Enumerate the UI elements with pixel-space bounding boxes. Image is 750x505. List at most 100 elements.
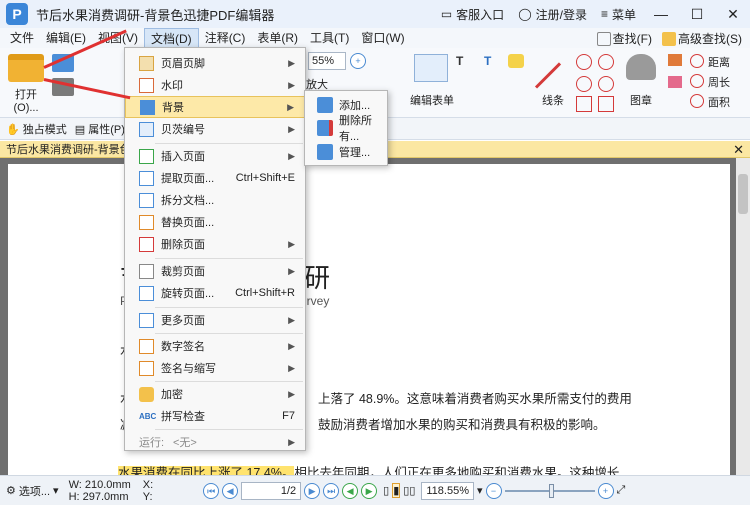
submenu-arrow-icon: ▶ (288, 436, 295, 447)
distance-icon[interactable] (690, 54, 704, 68)
login-button[interactable]: ◯ 注册/登录 (518, 6, 587, 23)
options-button[interactable]: ⚙ 选项... ▾ (6, 483, 59, 499)
ellipse-icon[interactable] (576, 76, 592, 92)
advanced-find-button[interactable]: 高级查找(S) (662, 30, 742, 47)
zoom-slider-thumb[interactable] (548, 483, 554, 498)
exclusive-mode-button[interactable]: ✋ 独占模式 (6, 121, 67, 137)
menu-item-rotate-pages[interactable]: 旋转页面... Ctrl+Shift+R (125, 282, 305, 304)
rectangle-icon[interactable] (576, 96, 592, 112)
edit-form-label[interactable]: 编辑表单 (410, 92, 454, 108)
typewriter-icon[interactable]: T (484, 54, 491, 68)
vertical-scrollbar[interactable] (736, 158, 750, 475)
customer-service-button[interactable]: ▭ 客服入口 (441, 6, 504, 23)
menu-item-bates-number[interactable]: 贝茨编号 ▶ (125, 118, 305, 140)
menu-view[interactable]: 视图(V) (92, 28, 144, 48)
sign-icon (139, 360, 154, 376)
menu-item-digital-signature[interactable]: 数字签名 ▶ (125, 335, 305, 357)
properties-icon: ▤ (74, 123, 86, 136)
menu-item-more-pages[interactable]: 更多页面 ▶ (125, 309, 305, 331)
cloud-icon[interactable] (598, 76, 614, 92)
eraser-icon[interactable] (668, 76, 682, 88)
area-icon[interactable] (690, 94, 704, 108)
next-page-button[interactable]: ▶ (304, 482, 321, 499)
zoom-input[interactable]: 55% (308, 52, 346, 70)
menu-item-encrypt[interactable]: 加密 ▶ (125, 383, 305, 405)
fit-window-icon[interactable]: ⤢ (617, 484, 626, 497)
square-icon[interactable] (598, 96, 614, 112)
chat-icon: ▭ (440, 7, 453, 21)
menu-form[interactable]: 表单(R) (251, 28, 304, 48)
single-page-icon[interactable]: ▯ (383, 484, 389, 497)
close-tab-icon[interactable]: ✕ (733, 141, 744, 158)
menu-edit[interactable]: 编辑(E) (40, 28, 92, 48)
note-icon[interactable] (508, 54, 524, 68)
menu-comment[interactable]: 注释(C) (199, 28, 252, 48)
first-page-button[interactable]: ⏮ (203, 482, 220, 499)
submenu-item-delete-all[interactable]: 删除所有... (305, 115, 387, 143)
perimeter-label[interactable]: 周长 (708, 74, 730, 90)
menu-item-label: 水印 (161, 80, 183, 92)
main-menu-button[interactable]: ≡ 菜单 (601, 6, 636, 23)
menu-item-replace-pages[interactable]: 替换页面... (125, 211, 305, 233)
chevron-down-icon[interactable]: ▾ (477, 484, 483, 497)
pdf-page[interactable]: 节 研 P urvey 水 水 上落了 48.9%。这意味着消费者购买水果所需支… (8, 164, 730, 480)
line-label[interactable]: 线条 (542, 92, 564, 108)
continuous-page-icon[interactable]: ▮ (392, 483, 401, 498)
edit-form-icon[interactable] (414, 54, 448, 82)
menu-item-label: 裁剪页面 (161, 266, 205, 278)
zoom-in-button[interactable]: + (597, 482, 614, 499)
distance-label[interactable]: 距离 (708, 54, 730, 70)
scrollbar-thumb[interactable] (738, 174, 748, 214)
user-icon: ◯ (518, 7, 532, 21)
polygon-icon[interactable] (598, 54, 614, 70)
last-page-button[interactable]: ⏭ (323, 482, 340, 499)
facing-page-icon[interactable]: ▯▯ (403, 484, 415, 497)
page-number-input[interactable]: 1/2 (241, 481, 302, 500)
zoom-out-button[interactable]: − (485, 482, 502, 499)
zoom-input-status[interactable]: 118.55% (421, 481, 474, 500)
watermark-icon (139, 77, 154, 93)
perimeter-icon[interactable] (690, 74, 704, 88)
circle-icon[interactable] (576, 54, 592, 70)
menu-item-label: 签名与缩写 (161, 363, 216, 375)
menu-item-delete-pages[interactable]: 删除页面 ▶ (125, 233, 305, 255)
menu-tools[interactable]: 工具(T) (304, 28, 355, 48)
menu-item-header-footer[interactable]: 页眉页脚 ▶ (125, 52, 305, 74)
minimize-button[interactable]: — (650, 6, 672, 22)
prev-page-button[interactable]: ◀ (222, 482, 239, 499)
find-button[interactable]: 查找(F) (596, 30, 652, 47)
menu-separator (155, 143, 303, 144)
zoom-in-icon[interactable]: + (350, 53, 366, 69)
menu-item-run[interactable]: 运行: <无> ▶ (125, 431, 305, 453)
bates-icon (139, 121, 154, 137)
advanced-find-label: 高级查找(S) (678, 31, 742, 46)
menu-item-background[interactable]: 背景 ▶ (125, 96, 305, 118)
maximize-button[interactable]: ☐ (686, 6, 708, 23)
text-box-icon[interactable]: T (456, 54, 463, 68)
menubar-right: 查找(F) 高级查找(S) (596, 28, 742, 48)
close-window-button[interactable]: ✕ (722, 6, 744, 23)
document-workspace: 节 研 P urvey 水 水 上落了 48.9%。这意味着消费者购买水果所需支… (0, 158, 750, 480)
stamp-icon[interactable] (626, 54, 656, 80)
menu-file[interactable]: 文件 (4, 28, 40, 48)
zoom-slider[interactable] (504, 483, 595, 498)
menu-item-spell-check[interactable]: ABC 拼写检查 F7 (125, 405, 305, 427)
menu-item-watermark[interactable]: 水印 ▶ (125, 74, 305, 96)
menu-item-extract-pages[interactable]: 提取页面... Ctrl+Shift+E (125, 167, 305, 189)
line-icon[interactable] (534, 62, 562, 89)
menu-item-crop-pages[interactable]: 裁剪页面 ▶ (125, 260, 305, 282)
submenu-item-manage[interactable]: 管理... (305, 141, 387, 163)
pencil-icon[interactable] (668, 54, 682, 66)
back-button[interactable]: ◀ (342, 482, 359, 499)
menu-item-insert-pages[interactable]: 插入页面 ▶ (125, 145, 305, 167)
menu-document[interactable]: 文档(D) (144, 28, 199, 48)
run-value: <无> (173, 437, 197, 449)
menu-item-split-document[interactable]: 拆分文档... (125, 189, 305, 211)
forward-button[interactable]: ▶ (361, 482, 378, 499)
open-button[interactable]: 打开(O)... (4, 54, 48, 114)
stamp-label[interactable]: 图章 (630, 92, 652, 108)
area-label[interactable]: 面积 (708, 94, 730, 110)
menu-window[interactable]: 窗口(W) (355, 28, 410, 48)
menu-item-sign-initial[interactable]: 签名与缩写 ▶ (125, 357, 305, 379)
menu-item-shortcut: Ctrl+Shift+R (235, 287, 295, 299)
